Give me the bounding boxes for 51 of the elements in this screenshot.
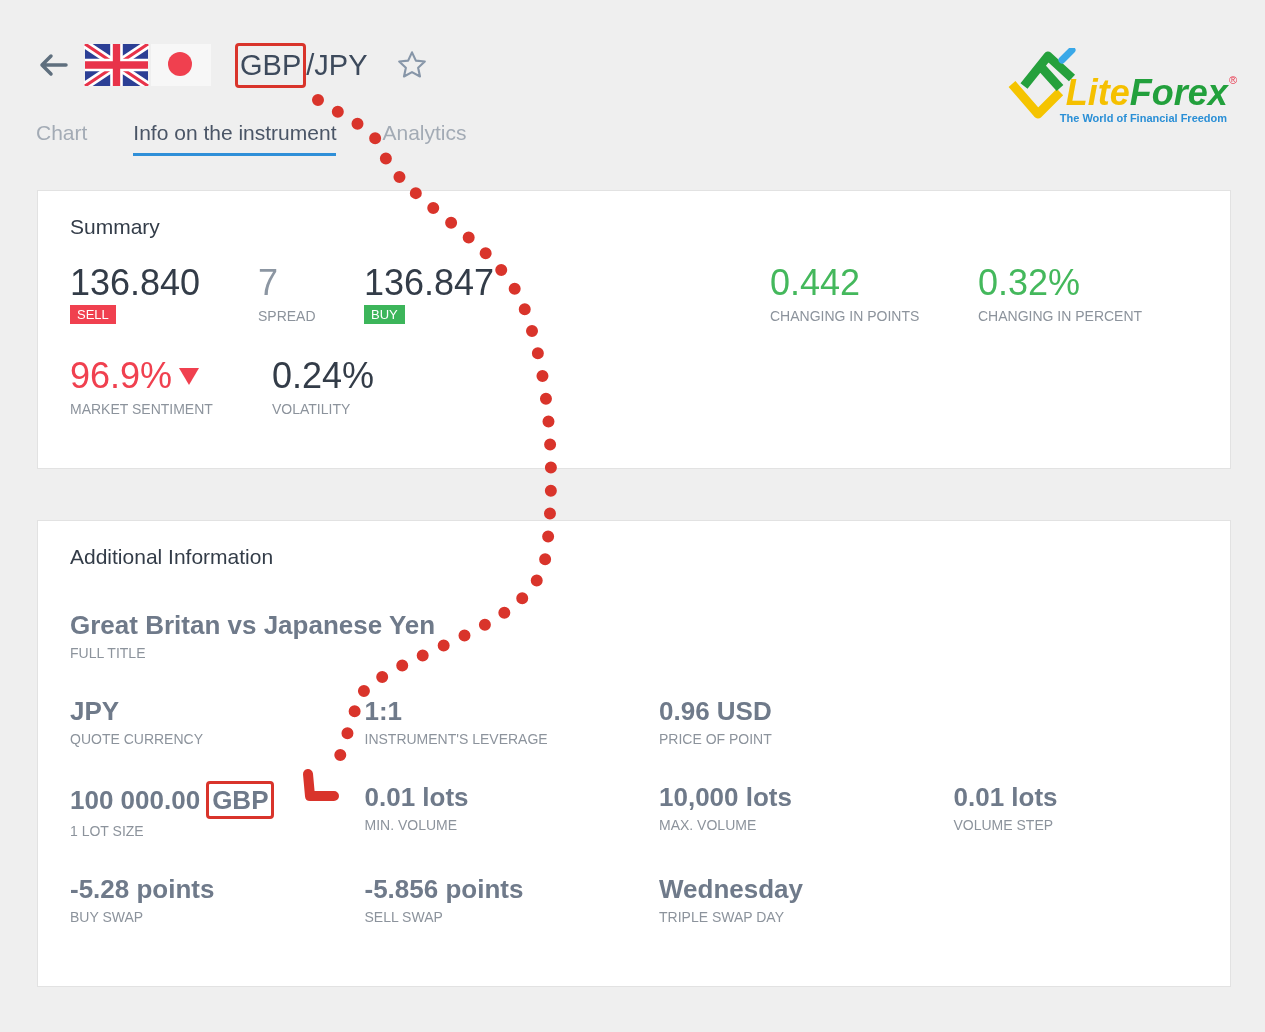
field-value: 0.01 lots <box>953 781 1058 813</box>
change-value: 0.442 <box>770 263 861 303</box>
field-label: INSTRUMENT'S LEVERAGE <box>364 731 548 747</box>
field-label: VOLUME STEP <box>953 817 1054 833</box>
quote-value: 136.840 <box>70 263 201 303</box>
field-value: 1:1 <box>364 695 403 727</box>
card-title: Additional Information <box>70 545 275 569</box>
sentiment-value: 96.9% <box>70 356 173 396</box>
sentiment-label: MARKET SENTIMENT <box>70 401 213 417</box>
change-value: 0.32% <box>978 263 1081 303</box>
field-label: 1 LOT SIZE <box>70 823 144 839</box>
back-arrow-icon[interactable] <box>38 53 68 77</box>
field-value: 0.01 lots <box>364 781 469 813</box>
field-label: MAX. VOLUME <box>659 817 757 833</box>
tab[interactable]: Chart <box>36 121 88 156</box>
british-flag-icon <box>84 44 149 86</box>
field-value: -5.28 points <box>70 873 215 905</box>
field-label: TRIPLE SWAP DAY <box>659 909 784 925</box>
buy-badge: BUY <box>364 305 405 324</box>
field-value: Wednesday <box>659 873 803 905</box>
field-label: QUOTE CURRENCY <box>70 731 203 747</box>
highlighted-title-part: GBP <box>235 42 307 88</box>
sell-badge: SELL <box>70 305 116 324</box>
logo-tagline: The World of Financial Freedom <box>1059 112 1229 124</box>
field-label: MIN. VOLUME <box>364 817 458 833</box>
field-value: Great Britan vs Japanese Yen <box>70 609 437 641</box>
highlighted-value-part: GBP <box>206 781 275 819</box>
logo-word: Forex <box>1129 74 1228 112</box>
volatility-label: VOLATILITY <box>272 401 351 417</box>
logo-word: Lite <box>1065 74 1130 112</box>
quote-label: SPREAD <box>258 308 316 324</box>
field-label: PRICE OF POINT <box>659 731 772 747</box>
quote-value: 136.847 <box>364 263 495 303</box>
volatility-value: 0.24% <box>272 356 375 396</box>
field-value: 100 000.00 <box>70 784 201 816</box>
instrument-title: /JPY <box>306 48 368 82</box>
tab[interactable]: Analytics <box>382 121 467 156</box>
field-label: BUY SWAP <box>70 909 144 925</box>
japanese-flag-icon <box>151 44 211 86</box>
change-label: CHANGING IN POINTS <box>770 308 920 324</box>
tab[interactable]: Info on the instrument <box>133 121 337 156</box>
field-value: -5.856 points <box>364 873 524 905</box>
field-value: JPY <box>70 695 120 727</box>
registered-mark: ® <box>1228 74 1237 86</box>
field-value: 0.96 USD <box>659 695 772 727</box>
field-label: SELL SWAP <box>364 909 443 925</box>
card-title: Summary <box>70 215 161 239</box>
field-label: FULL TITLE <box>70 645 147 661</box>
field-value: 10,000 lots <box>659 781 792 813</box>
change-label: CHANGING IN PERCENT <box>978 308 1143 324</box>
quote-value: 7 <box>258 263 279 303</box>
